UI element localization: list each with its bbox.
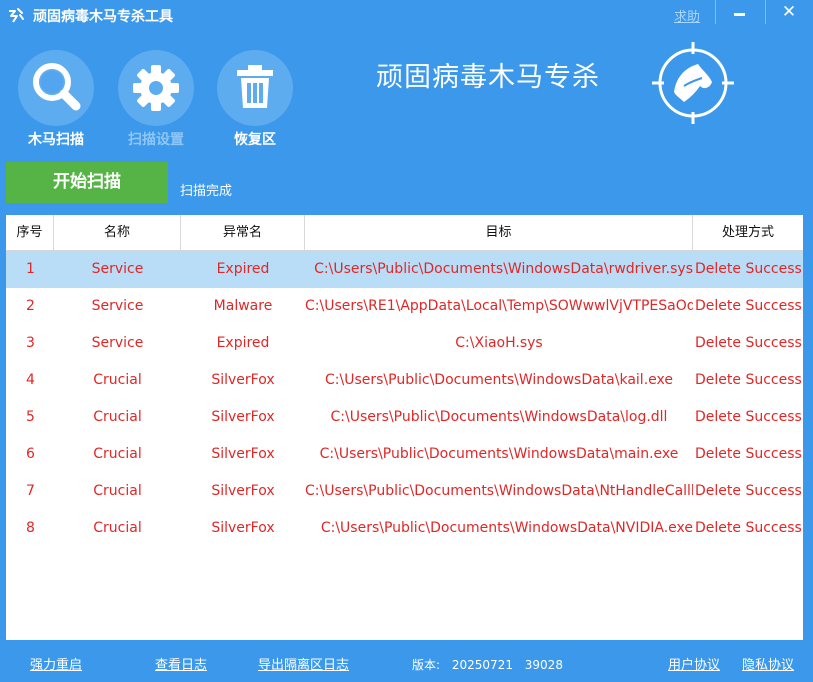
cell-alias: SilverFox [211,520,275,536]
toolbar-label-scan: 木马扫描 [28,132,84,148]
restore-icon-circle [217,50,293,126]
cell-action: Delete Success [695,483,802,499]
table-row[interactable]: 6 Crucial SilverFox C:\Users\Public\Docu… [6,436,803,473]
cell-target: C:\Users\Public\Documents\WindowsData\Nt… [305,483,693,499]
cell-target: C:\Users\Public\Documents\WindowsData\lo… [330,409,668,425]
cell-index: 3 [26,335,35,351]
cell-name: Crucial [93,520,142,536]
cell-index: 4 [26,372,35,388]
cell-index: 8 [26,520,35,536]
start-scan-button[interactable]: 开始扫描 [6,162,168,203]
cell-action: Delete Success [695,335,802,351]
user-agreement-link[interactable]: 用户协议 [668,654,720,673]
version-label: 版本: [412,658,441,672]
main-window: 顽固病毒木马专杀工具 求助 ✕ 木马扫描 扫描设置 恢复区 顽固病毒木马专杀 开… [0,0,813,682]
table-row[interactable]: 1 Service Expired C:\Users\Public\Docume… [6,251,803,288]
force-reboot-link[interactable]: 强力重启 [30,654,82,673]
column-header-action[interactable]: 处理方式 [693,215,803,250]
build-number: 39028 [524,658,563,672]
cell-index: 1 [26,261,35,277]
cell-alias: SilverFox [211,372,275,388]
cell-index: 6 [26,446,35,462]
scan-icon-circle [18,50,94,126]
cell-index: 7 [26,483,35,499]
view-log-link[interactable]: 查看日志 [155,654,207,673]
scan-status: 扫描完成 [180,184,233,199]
table-row[interactable]: 4 Crucial SilverFox C:\Users\Public\Docu… [6,362,803,399]
toolbar-item-scan[interactable]: 木马扫描 [17,50,95,149]
cell-target: C:\Users\RE1\AppData\Local\Temp\SOWwwlVj… [305,298,693,314]
cell-target: C:\Users\Public\Documents\WindowsData\NV… [320,520,693,536]
version-number: 20250721 [451,658,513,672]
toolbar-label-scan-settings: 扫描设置 [128,132,184,148]
column-header-target[interactable]: 目标 [305,215,693,250]
titlebar-separator [715,0,716,24]
cell-index: 2 [26,298,35,314]
privacy-policy-link[interactable]: 隐私协议 [742,654,794,673]
cell-alias: Expired [216,335,270,351]
cell-alias: SilverFox [211,446,275,462]
cell-action: Delete Success [695,446,802,462]
column-header-index[interactable]: 序号 [6,215,54,250]
cell-name: Crucial [93,446,142,462]
gear-icon [133,65,179,111]
cell-action: Delete Success [695,261,802,277]
toolbar-label-restore: 恢复区 [234,132,276,148]
search-icon [33,63,81,111]
cell-name: Crucial [93,483,142,499]
column-header-alias[interactable]: 异常名 [181,215,305,250]
toolbar-item-scan-settings[interactable]: 扫描设置 [117,50,195,149]
cell-action: Delete Success [695,372,802,388]
table-row[interactable]: 5 Crucial SilverFox C:\Users\Public\Docu… [6,399,803,436]
cell-action: Delete Success [695,298,802,314]
app-logo-icon [9,8,24,23]
cell-target: C:\Users\Public\Documents\WindowsData\rw… [314,261,693,277]
brand-title: 顽固病毒木马专杀 [376,62,600,93]
trash-icon [237,65,273,108]
footer-bar: 强力重启 查看日志 导出隔离区日志 版本: 20250721 39028 用户协… [0,642,813,682]
minimize-button[interactable] [728,4,752,24]
table-row[interactable]: 3 Service Expired C:\XiaoH.sys Delete Su… [6,325,803,362]
table-row[interactable]: 2 Service Malware C:\Users\RE1\AppData\L… [6,288,803,325]
table-header: 序号 名称 异常名 目标 处理方式 [6,215,803,251]
results-table[interactable]: 序号 名称 异常名 目标 处理方式 1 Service Expired C:\U… [6,215,803,640]
table-row[interactable]: 7 Crucial SilverFox C:\Users\Public\Docu… [6,473,803,510]
cell-action: Delete Success [695,409,802,425]
version-info: 版本: 20250721 39028 [412,656,571,673]
cell-target: C:\Users\Public\Documents\WindowsData\ka… [325,372,673,388]
horse-shield-emblem-icon [652,42,734,124]
cell-name: Crucial [93,372,142,388]
cell-index: 5 [26,409,35,425]
help-link[interactable]: 求助 [674,6,700,25]
table-row[interactable]: 8 Crucial SilverFox C:\Users\Public\Docu… [6,510,803,547]
cell-name: Crucial [93,409,142,425]
close-button[interactable]: ✕ [777,2,801,24]
column-header-name[interactable]: 名称 [54,215,181,250]
cell-alias: Malware [213,298,273,314]
cell-action: Delete Success [695,520,802,536]
cell-name: Service [91,261,144,277]
titlebar-separator [765,0,766,24]
cell-target: C:\XiaoH.sys [455,335,543,351]
cell-name: Service [91,335,144,351]
window-title: 顽固病毒木马专杀工具 [33,9,173,25]
cell-alias: SilverFox [211,409,275,425]
cell-target: C:\Users\Public\Documents\WindowsData\ma… [319,446,679,462]
settings-icon-circle [118,50,194,126]
export-quarantine-log-link[interactable]: 导出隔离区日志 [258,654,349,673]
toolbar-item-restore[interactable]: 恢复区 [216,50,294,149]
cell-alias: Expired [216,261,270,277]
title-bar[interactable]: 顽固病毒木马专杀工具 求助 ✕ [0,0,813,30]
cell-alias: SilverFox [211,483,275,499]
cell-name: Service [91,298,144,314]
